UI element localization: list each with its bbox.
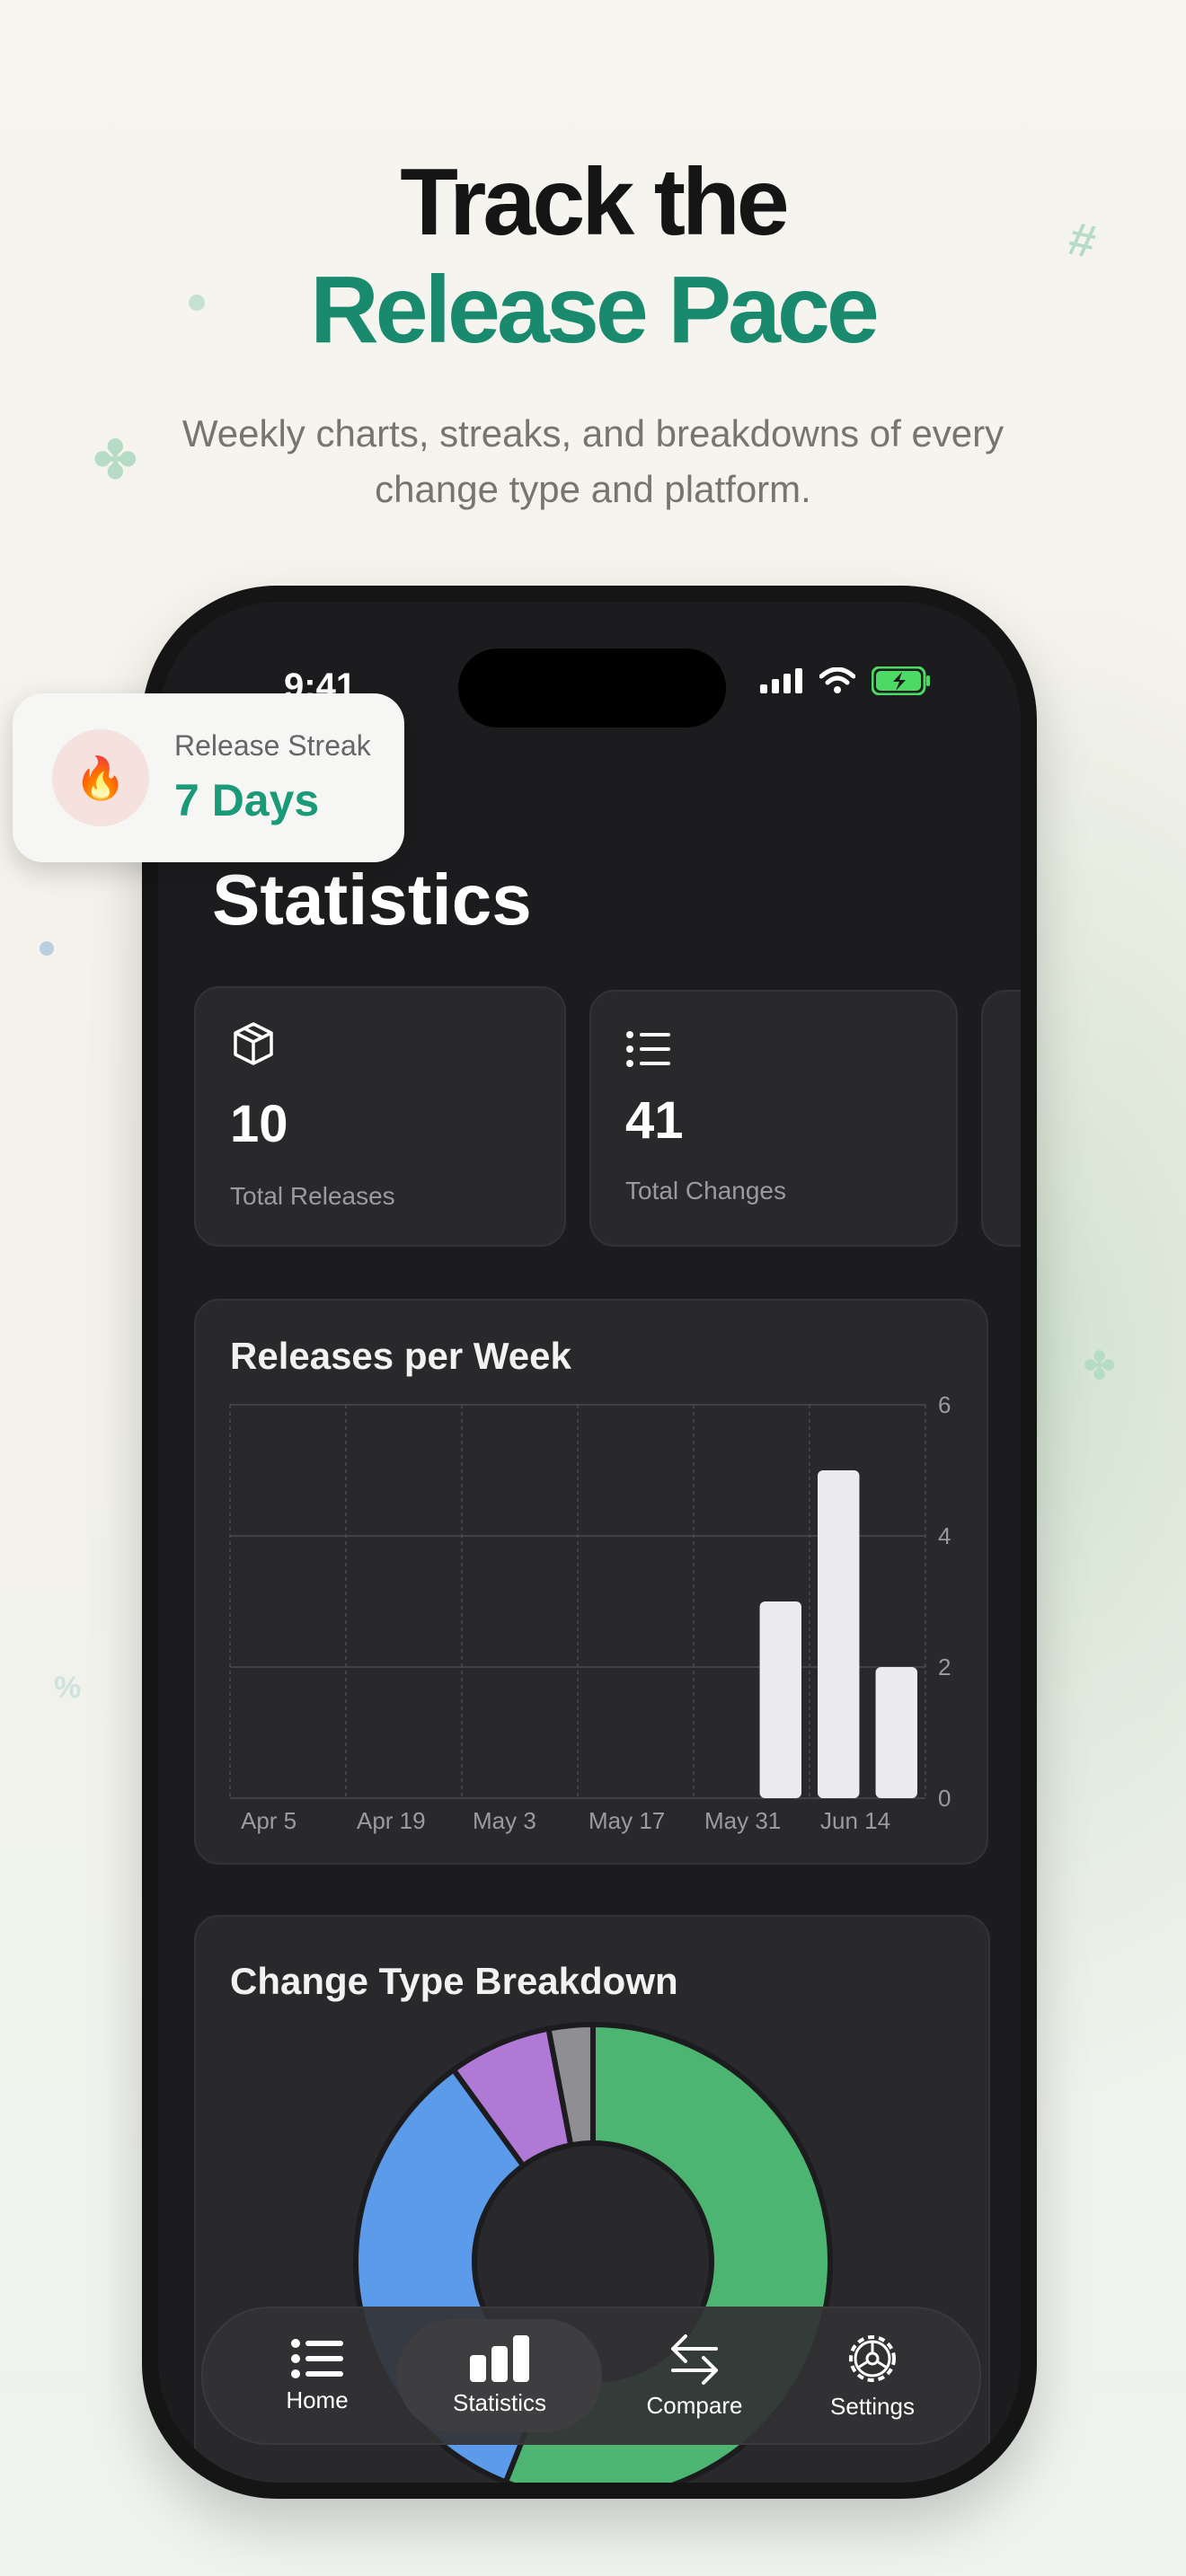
percent-decoration-icon: %: [54, 1671, 82, 1705]
tab-statistics[interactable]: Statistics: [397, 2308, 602, 2443]
arrows-exchange-icon: [671, 2333, 718, 2385]
streak-value: 7 Days: [174, 775, 320, 825]
tab-label: Statistics: [452, 2388, 547, 2416]
clover-decoration-icon: ✤: [1084, 1345, 1116, 1387]
phone-frame: 9:41 Statistics 10 Total Releases 41 Tot…: [142, 586, 1037, 2499]
gear-icon: [849, 2334, 896, 2382]
clover-decoration-icon: ✤: [93, 431, 137, 490]
x-tick-label: May 17: [589, 1807, 665, 1834]
y-tick-label: 0: [938, 1785, 951, 1812]
y-tick-label: 4: [938, 1522, 951, 1549]
hero-title-line1: Track the: [400, 149, 789, 255]
tab-settings[interactable]: Settings: [787, 2308, 958, 2443]
releases-per-week-card: Releases per Week 0 2 4 6 Apr 5 Apr 19 May 3 Ma…: [194, 1299, 988, 1865]
hero-subtitle: Weekly charts, streaks, and breakdowns o…: [181, 412, 1005, 510]
streak-label: Release Streak: [174, 729, 371, 762]
chart-title: Releases per Week: [230, 1335, 571, 1377]
stat-card-total-changes: 41 Total Changes: [589, 990, 958, 1247]
stat-label: Total Changes: [625, 1177, 787, 1204]
tab-label: Compare: [646, 2391, 743, 2419]
release-streak-card: 🔥 Release Streak 7 Days: [13, 693, 404, 862]
page-title: Statistics: [212, 860, 532, 940]
hero-title-line2: Release Pace: [310, 257, 880, 363]
y-tick-label: 2: [938, 1654, 951, 1681]
stat-label: Total Releases: [230, 1182, 395, 1210]
dot-decoration-icon: [189, 295, 205, 311]
tab-home[interactable]: Home: [239, 2308, 395, 2443]
bar: [759, 1601, 801, 1798]
tab-bar: Home Statistics Compare Settings: [201, 2307, 981, 2445]
bar: [818, 1470, 860, 1798]
battery-icon: [872, 666, 930, 695]
list-icon: [291, 2338, 343, 2378]
dynamic-island: [458, 648, 726, 728]
x-tick-label: Apr 5: [241, 1807, 296, 1834]
list-icon: [626, 1031, 670, 1067]
y-tick-label: 6: [938, 1391, 951, 1418]
tab-compare[interactable]: Compare: [602, 2308, 787, 2443]
bar: [875, 1667, 917, 1798]
fire-icon: 🔥: [52, 729, 149, 826]
stat-value: 10: [230, 1095, 288, 1153]
tab-label: Settings: [830, 2392, 915, 2420]
bar-chart-icon: [470, 2334, 529, 2382]
stat-card-total-releases: 10 Total Releases: [194, 986, 566, 1247]
tab-label: Home: [286, 2386, 349, 2413]
x-tick-label: May 3: [473, 1807, 536, 1834]
x-tick-label: Apr 19: [357, 1807, 426, 1834]
dot-decoration-icon: [40, 941, 54, 956]
package-icon: [234, 1022, 273, 1065]
releases-per-week-chart: 0 2 4 6 Apr 5 Apr 19 May 3 May 17 May 31 Jun 14: [229, 1391, 951, 1834]
stat-card-partial: [981, 990, 1021, 1247]
phone-screen: 9:41 Statistics 10 Total Releases 41 Tot…: [158, 602, 1021, 2483]
x-tick-label: May 31: [704, 1807, 781, 1834]
wifi-icon: [819, 667, 855, 693]
stat-value: 41: [625, 1091, 684, 1150]
status-icons: [760, 666, 931, 695]
x-tick-label: Jun 14: [820, 1807, 890, 1834]
signal-icon: [760, 668, 802, 693]
